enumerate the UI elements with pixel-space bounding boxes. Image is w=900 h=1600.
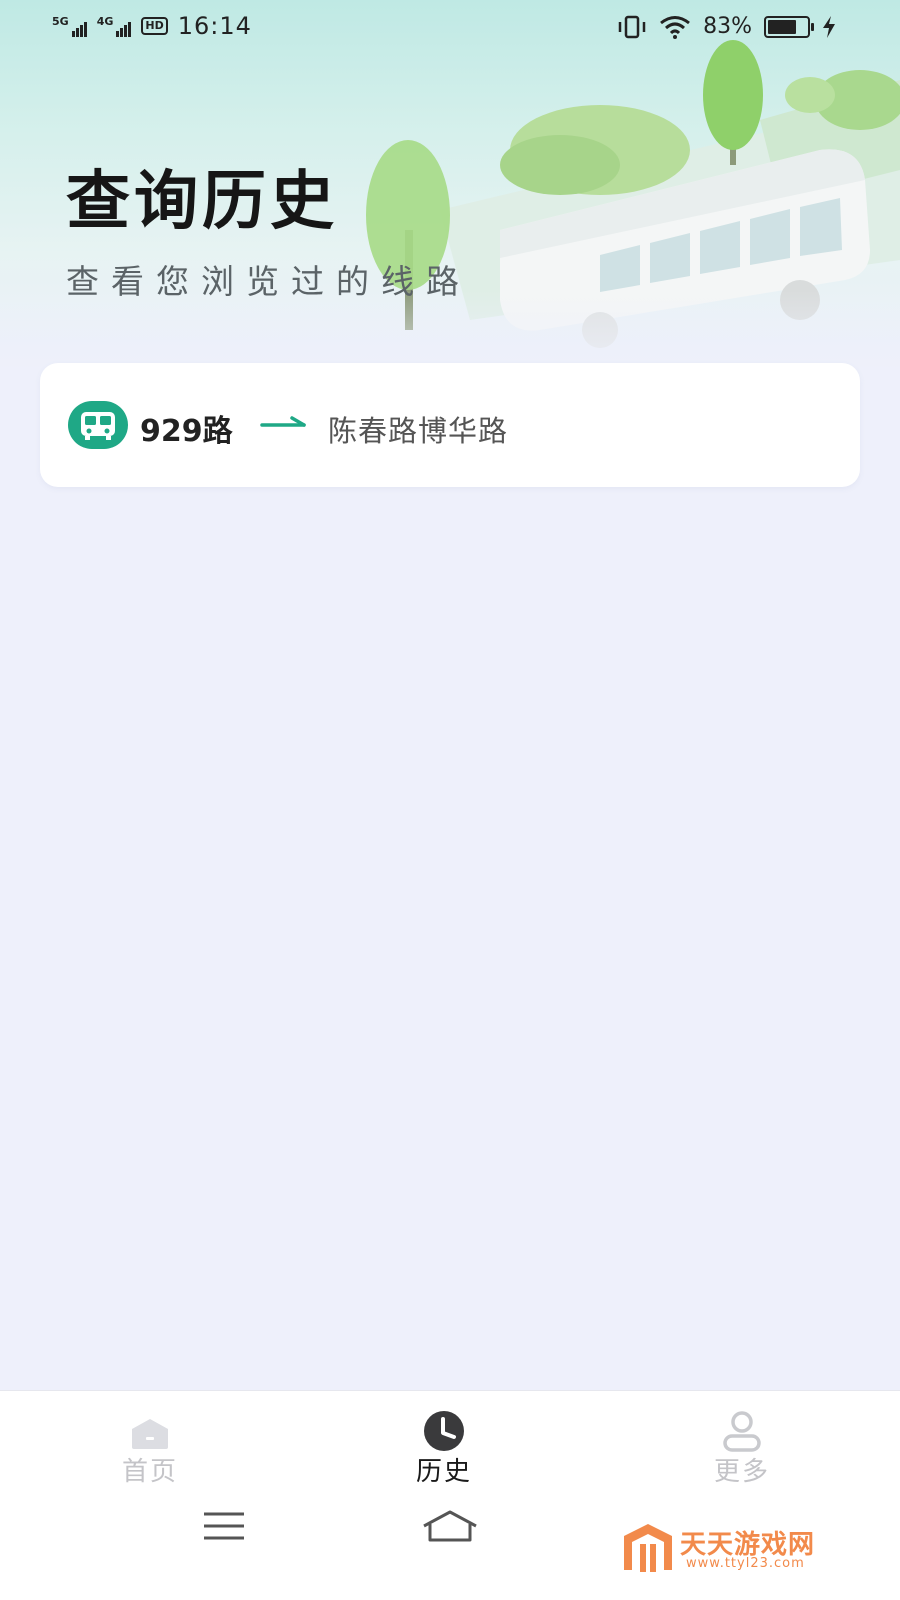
tab-label: 更多 — [713, 1457, 770, 1487]
network-type-label: 4G — [96, 15, 114, 28]
network-type-label: 5G — [52, 15, 69, 28]
person-icon — [723, 1411, 761, 1452]
clock-icon — [424, 1411, 464, 1451]
tab-home[interactable]: 首页 — [0, 1391, 300, 1501]
header-banner: 5G 4G HD 16:14 83% 查询历史 查看您浏览过的线路 — [0, 0, 900, 390]
watermark-logo-icon — [624, 1524, 672, 1572]
watermark-url: www.ttyl23.com — [686, 1556, 805, 1571]
arrow-right-icon — [260, 416, 306, 427]
route-number: 929路 — [140, 414, 233, 449]
bottom-tab-bar: 首页 历史 更多 — [0, 1390, 900, 1501]
menu-icon[interactable] — [202, 1510, 246, 1544]
battery-percent: 83% — [703, 14, 752, 39]
watermark: 天天游戏网 www.ttyl23.com — [620, 1522, 880, 1582]
hd-voice-icon: HD — [141, 17, 168, 35]
vibrate-icon — [618, 15, 646, 38]
signal-icon: 5G — [52, 15, 87, 37]
page-subtitle: 查看您浏览过的线路 — [66, 262, 471, 301]
charging-icon — [823, 15, 835, 38]
page-title: 查询历史 — [66, 165, 338, 239]
tab-label: 历史 — [415, 1457, 472, 1487]
status-time: 16:14 — [177, 12, 252, 40]
tab-label: 首页 — [121, 1457, 178, 1487]
battery-icon — [764, 15, 814, 38]
status-bar: 5G 4G HD 16:14 83% — [0, 0, 900, 56]
wifi-icon — [660, 15, 691, 39]
signal-icon: 4G — [97, 15, 132, 37]
system-nav-bar: 天天游戏网 www.ttyl23.com — [0, 1500, 900, 1600]
destination-stop: 陈春路博华路 — [328, 414, 509, 448]
tab-history[interactable]: 历史 — [294, 1391, 594, 1501]
bus-icon — [68, 401, 128, 449]
home-icon — [132, 1419, 168, 1449]
tab-more[interactable]: 更多 — [592, 1391, 892, 1501]
history-item[interactable]: 929路 陈春路博华路 — [40, 363, 860, 487]
home-nav-icon[interactable] — [420, 1508, 480, 1544]
